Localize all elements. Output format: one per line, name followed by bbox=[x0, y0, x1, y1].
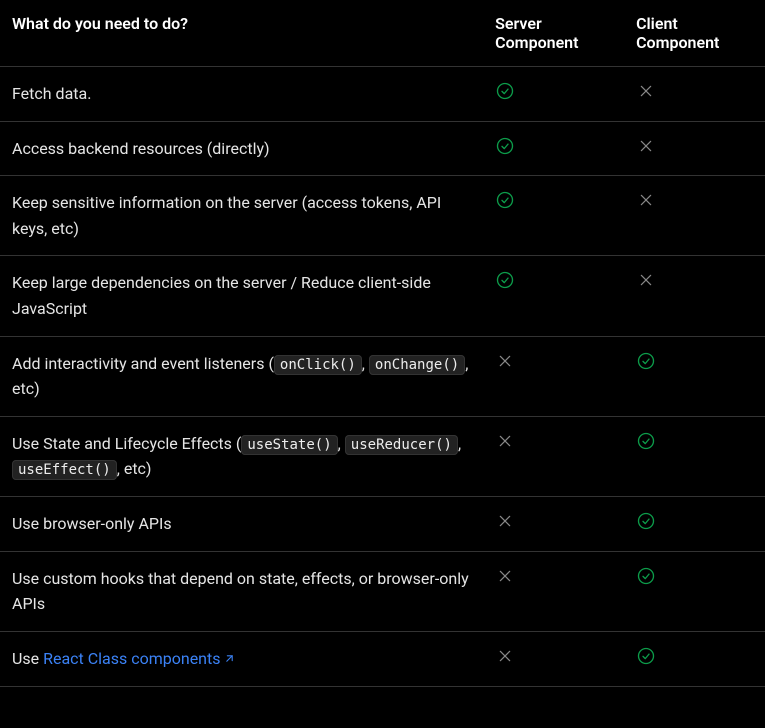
row-client-cell bbox=[624, 551, 765, 631]
x-icon bbox=[495, 566, 515, 586]
row-need-cell: Use State and Lifecycle Effects (useStat… bbox=[0, 416, 483, 496]
check-icon bbox=[495, 81, 515, 101]
row-server-cell bbox=[483, 256, 624, 336]
text-segment: Add interactivity and event listeners ( bbox=[12, 354, 274, 373]
table-row: Use browser-only APIs bbox=[0, 496, 765, 551]
row-server-cell bbox=[483, 176, 624, 256]
external-link-icon bbox=[223, 647, 236, 673]
row-client-cell bbox=[624, 496, 765, 551]
component-comparison-table: What do you need to do? Server Component… bbox=[0, 0, 765, 687]
table-row: Use custom hooks that depend on state, e… bbox=[0, 551, 765, 631]
row-need-cell: Add interactivity and event listeners (o… bbox=[0, 336, 483, 416]
check-icon bbox=[495, 136, 515, 156]
header-need: What do you need to do? bbox=[0, 0, 483, 67]
text-segment: Keep large dependencies on the server / … bbox=[12, 273, 431, 318]
check-icon bbox=[636, 431, 656, 451]
x-icon bbox=[636, 136, 656, 156]
code-segment: useReducer() bbox=[345, 435, 458, 455]
row-server-cell bbox=[483, 416, 624, 496]
header-server: Server Component bbox=[483, 0, 624, 67]
react-class-components-link[interactable]: React Class components bbox=[43, 649, 235, 668]
row-server-cell bbox=[483, 121, 624, 176]
x-icon bbox=[636, 81, 656, 101]
text-segment: , bbox=[338, 434, 345, 453]
text-segment: , etc) bbox=[117, 459, 152, 478]
table-row: Use React Class components bbox=[0, 631, 765, 687]
row-need-cell: Keep sensitive information on the server… bbox=[0, 176, 483, 256]
row-client-cell bbox=[624, 121, 765, 176]
row-need-cell: Use browser-only APIs bbox=[0, 496, 483, 551]
text-segment: Use bbox=[12, 649, 43, 668]
text-segment: Access backend resources (directly) bbox=[12, 139, 270, 158]
row-client-cell bbox=[624, 336, 765, 416]
row-server-cell bbox=[483, 67, 624, 122]
text-segment: Keep sensitive information on the server… bbox=[12, 193, 441, 238]
row-server-cell bbox=[483, 551, 624, 631]
table-header-row: What do you need to do? Server Component… bbox=[0, 0, 765, 67]
check-icon bbox=[636, 351, 656, 371]
x-icon bbox=[495, 431, 515, 451]
table-row: Access backend resources (directly) bbox=[0, 121, 765, 176]
row-client-cell bbox=[624, 416, 765, 496]
header-client: Client Component bbox=[624, 0, 765, 67]
row-need-cell: Keep large dependencies on the server / … bbox=[0, 256, 483, 336]
row-client-cell bbox=[624, 631, 765, 687]
x-icon bbox=[495, 511, 515, 531]
row-need-cell: Fetch data. bbox=[0, 67, 483, 122]
x-icon bbox=[636, 190, 656, 210]
row-server-cell bbox=[483, 631, 624, 687]
x-icon bbox=[495, 646, 515, 666]
row-server-cell bbox=[483, 496, 624, 551]
text-segment: Use custom hooks that depend on state, e… bbox=[12, 569, 469, 614]
row-client-cell bbox=[624, 176, 765, 256]
table-row: Add interactivity and event listeners (o… bbox=[0, 336, 765, 416]
text-segment: Use browser-only APIs bbox=[12, 514, 172, 533]
check-icon bbox=[636, 511, 656, 531]
check-icon bbox=[636, 566, 656, 586]
table-row: Keep sensitive information on the server… bbox=[0, 176, 765, 256]
row-client-cell bbox=[624, 67, 765, 122]
check-icon bbox=[495, 270, 515, 290]
code-segment: useEffect() bbox=[12, 460, 117, 480]
code-segment: onClick() bbox=[274, 355, 362, 375]
text-segment: Fetch data. bbox=[12, 84, 91, 103]
check-icon bbox=[636, 646, 656, 666]
text-segment: , bbox=[458, 434, 461, 453]
row-client-cell bbox=[624, 256, 765, 336]
row-server-cell bbox=[483, 336, 624, 416]
code-segment: useState() bbox=[241, 435, 337, 455]
row-need-cell: Access backend resources (directly) bbox=[0, 121, 483, 176]
table-row: Fetch data. bbox=[0, 67, 765, 122]
x-icon bbox=[495, 351, 515, 371]
text-segment: , bbox=[362, 354, 369, 373]
check-icon bbox=[495, 190, 515, 210]
row-need-cell: Use custom hooks that depend on state, e… bbox=[0, 551, 483, 631]
text-segment: Use State and Lifecycle Effects ( bbox=[12, 434, 241, 453]
table-row: Use State and Lifecycle Effects (useStat… bbox=[0, 416, 765, 496]
x-icon bbox=[636, 270, 656, 290]
row-need-cell: Use React Class components bbox=[0, 631, 483, 687]
code-segment: onChange() bbox=[369, 355, 465, 375]
table-row: Keep large dependencies on the server / … bbox=[0, 256, 765, 336]
